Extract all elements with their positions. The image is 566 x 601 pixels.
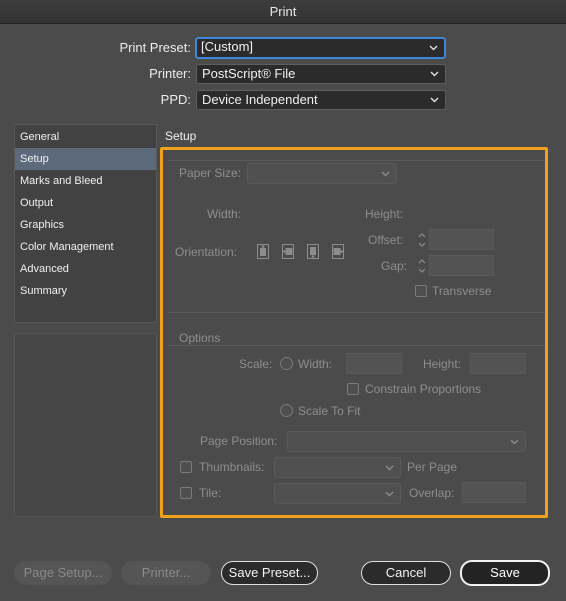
chevron-down-icon: [509, 432, 519, 451]
scale-height-field[interactable]: [470, 353, 526, 374]
scale-width-radio[interactable]: [280, 357, 293, 370]
constrain-proportions-label: Constrain Proportions: [365, 382, 482, 396]
ppd-value: Device Independent: [202, 92, 318, 107]
chevron-down-icon: [429, 65, 439, 83]
offset-label: Offset:: [368, 233, 404, 247]
chevron-down-icon: [380, 164, 390, 183]
reverse-portrait-icon[interactable]: [306, 243, 320, 260]
print-preset-label: Print Preset:: [119, 40, 191, 55]
paper-size-select[interactable]: [247, 163, 397, 184]
ppd-label: PPD:: [160, 92, 191, 107]
chevron-down-icon: [384, 484, 394, 503]
divider: [168, 160, 545, 161]
stepper-icon[interactable]: [416, 230, 428, 250]
sidebar-item-general[interactable]: General: [15, 126, 156, 148]
sidebar-item-advanced[interactable]: Advanced: [15, 258, 156, 280]
options-heading: Options: [179, 331, 221, 345]
orientation-label: Orientation:: [175, 245, 238, 259]
thumbnails-checkbox[interactable]: [180, 461, 192, 473]
sidebar-item-marks-and-bleed[interactable]: Marks and Bleed: [15, 170, 156, 192]
divider: [168, 312, 545, 313]
reverse-landscape-icon[interactable]: [331, 243, 345, 260]
save-preset-button[interactable]: Save Preset...: [221, 561, 318, 585]
print-preview-area: [14, 333, 157, 517]
sidebar-item-color-management[interactable]: Color Management: [15, 236, 156, 258]
paper-size-label: Paper Size:: [179, 166, 242, 180]
width-label: Width:: [207, 207, 242, 221]
height-label: Height:: [365, 207, 404, 221]
chevron-down-icon: [429, 91, 439, 109]
tile-checkbox[interactable]: [180, 487, 192, 499]
print-preset-value: [Custom]: [201, 39, 254, 54]
ppd-select[interactable]: Device Independent: [196, 90, 446, 110]
sidebar-item-summary[interactable]: Summary: [15, 280, 156, 302]
tile-label: Tile:: [199, 486, 222, 500]
chevron-down-icon: [428, 39, 438, 57]
landscape-icon[interactable]: [281, 243, 295, 260]
save-button[interactable]: Save: [460, 560, 550, 586]
printer-select[interactable]: PostScript® File: [196, 64, 446, 84]
category-sidebar: General Setup Marks and Bleed Output Gra…: [14, 124, 157, 323]
cancel-button[interactable]: Cancel: [361, 561, 451, 585]
overlap-field[interactable]: [462, 482, 526, 503]
page-position-label: Page Position:: [200, 434, 278, 448]
gap-field[interactable]: [429, 255, 494, 276]
page-position-select[interactable]: [287, 431, 526, 452]
gap-label: Gap:: [381, 259, 408, 273]
thumbnails-select[interactable]: [274, 457, 401, 478]
per-page-label: Per Page: [407, 460, 458, 474]
divider: [168, 345, 545, 346]
scale-height-label: Height:: [423, 357, 462, 371]
tile-select[interactable]: [274, 483, 401, 504]
scale-label: Scale:: [239, 357, 273, 371]
sidebar-item-output[interactable]: Output: [15, 192, 156, 214]
chevron-down-icon: [384, 458, 394, 477]
print-preset-select[interactable]: [Custom]: [195, 37, 446, 59]
thumbnails-label: Thumbnails:: [199, 460, 265, 474]
scale-to-fit-radio[interactable]: [280, 404, 293, 417]
setup-heading: Setup: [165, 129, 197, 143]
portrait-icon[interactable]: [256, 243, 270, 260]
printer-label: Printer:: [149, 66, 191, 81]
printer-value: PostScript® File: [202, 66, 296, 81]
page-setup-button[interactable]: Page Setup...: [14, 561, 112, 585]
scale-width-label: Width:: [298, 357, 333, 371]
transverse-label: Transverse: [432, 284, 492, 298]
printer-button[interactable]: Printer...: [121, 561, 211, 585]
scale-to-fit-label: Scale To Fit: [298, 404, 361, 418]
sidebar-item-graphics[interactable]: Graphics: [15, 214, 156, 236]
stepper-icon[interactable]: [416, 256, 428, 276]
overlap-label: Overlap:: [409, 486, 455, 500]
window-title: Print: [0, 0, 566, 24]
scale-width-field[interactable]: [346, 353, 402, 374]
offset-field[interactable]: [429, 229, 494, 250]
sidebar-item-setup[interactable]: Setup: [15, 148, 156, 170]
transverse-checkbox[interactable]: [415, 285, 427, 297]
constrain-proportions-checkbox[interactable]: [347, 383, 359, 395]
